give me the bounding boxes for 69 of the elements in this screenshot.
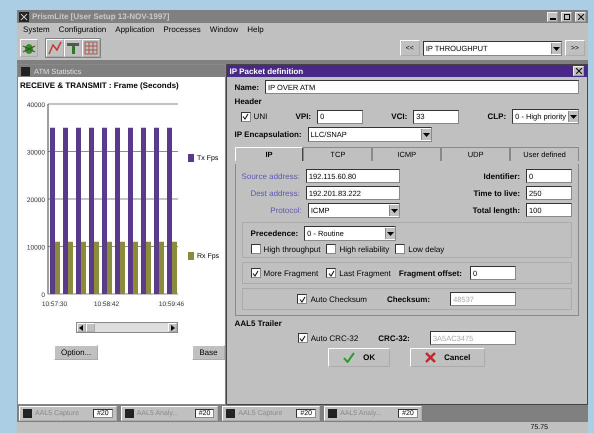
checkbox[interactable]: UNI	[240, 112, 268, 122]
checkbox[interactable]: Auto Checksum	[297, 294, 367, 304]
toolbar-button[interactable]	[46, 39, 64, 57]
close-icon	[578, 14, 584, 20]
checkbox[interactable]: High throughput	[250, 244, 320, 254]
window-icon	[328, 409, 338, 418]
field-label: CRC-32:	[378, 334, 410, 342]
field-label: IP Encapsulation:	[234, 130, 302, 139]
window-icon	[23, 409, 32, 418]
left-arrow-icon	[79, 324, 84, 330]
menu-item[interactable]: Application	[115, 25, 154, 34]
menu-item[interactable]: Help	[247, 25, 264, 34]
close-button[interactable]	[575, 12, 586, 22]
section-label: AAL5 Trailer	[234, 319, 283, 328]
menu-item[interactable]: System	[23, 25, 50, 34]
toolbar-button[interactable]	[20, 39, 38, 57]
field-label: Time to live:	[473, 188, 520, 198]
chart-line-icon	[48, 41, 62, 55]
option-button[interactable]: Option...	[54, 345, 98, 360]
field-label: Checksum:	[386, 294, 430, 304]
menu-item[interactable]: Window	[210, 25, 238, 34]
scroll-thumb[interactable]	[86, 323, 95, 332]
tool-icon	[66, 41, 80, 55]
checkbox[interactable]: High reliability	[326, 244, 390, 254]
field-label: Precedence:	[250, 229, 298, 238]
window-title: PrismLite [User Setup 13-NOV-1997]	[32, 12, 170, 21]
toolbar-button[interactable]	[82, 39, 100, 57]
checkbox[interactable]: Last Fragment	[326, 268, 391, 278]
field-label: Name:	[234, 82, 259, 92]
field-label: Total length:	[472, 206, 520, 214]
cancel-button[interactable]: Cancel	[410, 348, 486, 367]
maximize-button[interactable]	[561, 12, 572, 22]
field-label: Dest address:	[250, 188, 300, 198]
field-label: CLP:	[487, 112, 506, 121]
ok-button[interactable]: OK	[328, 348, 390, 367]
checkmark-icon	[328, 270, 335, 276]
checkmark-icon	[299, 334, 306, 342]
field-label: VCI:	[391, 112, 408, 121]
field-label: Fragment offset:	[398, 268, 462, 278]
field-label: Identifier:	[484, 172, 520, 180]
window-icon	[124, 409, 134, 418]
checkmark-icon	[298, 296, 306, 302]
toolbar-button[interactable]	[64, 39, 82, 57]
close-button[interactable]	[573, 66, 584, 76]
window-icon	[226, 409, 236, 418]
checkbox[interactable]: Low delay	[395, 244, 444, 254]
checkmark-icon	[343, 352, 356, 363]
base-button[interactable]: Base	[192, 345, 225, 360]
field-label: Source address:	[242, 172, 300, 180]
checkbox[interactable]: Auto CRC-32	[298, 333, 358, 343]
chart-title: RECEIVE & TRANSMIT : Frame (Seconds)	[19, 80, 180, 92]
bug-icon	[22, 41, 36, 55]
cross-icon	[425, 352, 436, 363]
close-icon	[576, 68, 582, 74]
maximize-icon	[564, 14, 570, 20]
checkmark-icon	[242, 113, 250, 120]
right-arrow-icon	[170, 324, 175, 330]
field-label: VPI:	[296, 112, 312, 121]
window-icon	[21, 66, 30, 76]
menu-item[interactable]: Processes	[163, 25, 201, 34]
menu-item[interactable]: Configuration	[58, 25, 106, 34]
horizontal-scrollbar[interactable]	[76, 322, 178, 333]
checkmark-icon	[252, 270, 260, 276]
section-label: Header	[234, 97, 263, 106]
checkbox[interactable]: More Fragment	[250, 268, 318, 278]
minimize-button[interactable]	[547, 12, 558, 22]
dialog-title: IP Packet definition	[230, 66, 304, 76]
grid-icon	[84, 41, 98, 55]
field-label: Protocol:	[270, 206, 302, 215]
